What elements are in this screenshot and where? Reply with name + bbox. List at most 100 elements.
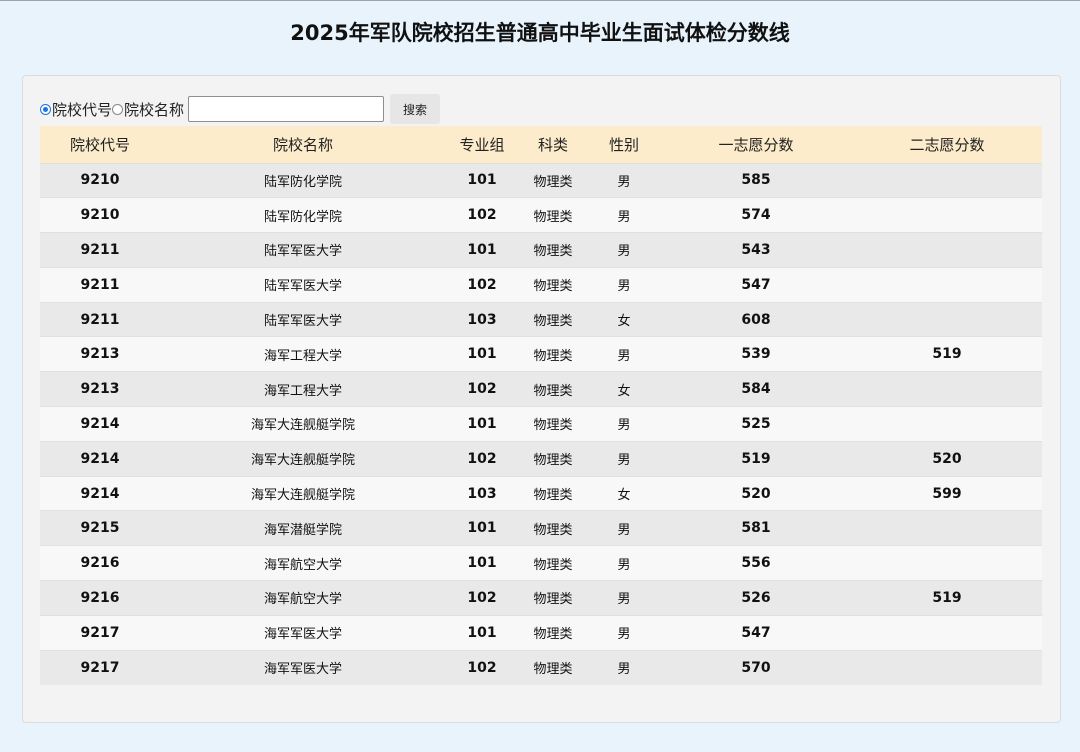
cell-score1: 547 bbox=[741, 276, 771, 293]
cell-code: 9210 bbox=[80, 207, 120, 224]
cell-type: 物理类 bbox=[533, 418, 573, 434]
cell-code: 9213 bbox=[80, 381, 120, 398]
cell-group: 101 bbox=[467, 241, 497, 258]
cell-gender: 女 bbox=[617, 488, 631, 504]
cell-score1: 526 bbox=[741, 589, 771, 606]
cell-group: 101 bbox=[467, 346, 497, 363]
search-button[interactable]: 搜索 bbox=[390, 94, 441, 124]
cell-code: 9214 bbox=[80, 485, 120, 502]
cell-score2: 519 bbox=[932, 346, 962, 363]
table-row: 9213 海军工程大学 101 物理类 男 539 519 bbox=[40, 336, 1042, 372]
cell-score1: 520 bbox=[741, 485, 771, 502]
radio-option-name[interactable]: 院校名称 bbox=[112, 99, 184, 120]
cell-score1: 608 bbox=[741, 311, 771, 328]
table-row: 9214 海军大连舰艇学院 102 物理类 男 519 520 bbox=[40, 441, 1042, 477]
cell-gender: 男 bbox=[617, 418, 631, 434]
cell-type: 物理类 bbox=[533, 383, 573, 399]
header-score2[interactable]: 二志愿分数 bbox=[852, 126, 1042, 163]
radio-label-code: 院校代号 bbox=[52, 100, 113, 119]
header-score1[interactable]: 一志愿分数 bbox=[660, 126, 852, 163]
cell-name: 海军潜艇学院 bbox=[263, 522, 342, 538]
header-group[interactable]: 专业组 bbox=[446, 126, 518, 163]
cell-group: 102 bbox=[467, 450, 497, 467]
cell-score1: 519 bbox=[741, 450, 771, 467]
cell-name: 陆军军医大学 bbox=[263, 279, 342, 295]
cell-gender: 男 bbox=[617, 453, 631, 469]
header-type[interactable]: 科类 bbox=[518, 126, 588, 163]
cell-code: 9217 bbox=[80, 624, 120, 641]
cell-code: 9216 bbox=[80, 589, 120, 606]
cell-name: 海军大连舰艇学院 bbox=[250, 418, 355, 434]
cell-gender: 男 bbox=[617, 244, 631, 260]
cell-score1: 556 bbox=[741, 555, 771, 572]
cell-gender: 男 bbox=[617, 279, 631, 295]
cell-type: 物理类 bbox=[533, 627, 573, 643]
cell-name: 海军航空大学 bbox=[263, 592, 342, 608]
cell-type: 物理类 bbox=[533, 488, 573, 504]
cell-code: 9211 bbox=[80, 311, 120, 328]
header-gender[interactable]: 性别 bbox=[588, 126, 660, 163]
cell-type: 物理类 bbox=[533, 348, 573, 364]
cell-code: 9211 bbox=[80, 276, 120, 293]
cell-gender: 男 bbox=[617, 557, 631, 573]
cell-type: 物理类 bbox=[533, 453, 573, 469]
score-table: 院校代号 院校名称 专业组 科类 性别 一志愿分数 二志愿分数 9210 陆军防化… bbox=[40, 126, 1042, 685]
cell-name: 海军军医大学 bbox=[263, 627, 342, 643]
table-row: 9216 海军航空大学 102 物理类 男 526 519 bbox=[40, 580, 1042, 616]
radio-unchecked-icon[interactable] bbox=[112, 103, 124, 115]
cell-score2 bbox=[852, 302, 1042, 337]
cell-code: 9210 bbox=[80, 172, 120, 189]
cell-score1: 543 bbox=[741, 241, 771, 258]
cell-score2 bbox=[852, 267, 1042, 302]
cell-name: 陆军军医大学 bbox=[263, 244, 342, 260]
cell-gender: 女 bbox=[617, 314, 631, 330]
cell-score2 bbox=[852, 615, 1042, 650]
cell-group: 102 bbox=[467, 659, 497, 676]
cell-type: 物理类 bbox=[533, 279, 573, 295]
cell-score2 bbox=[852, 372, 1042, 407]
cell-type: 物理类 bbox=[533, 592, 573, 608]
cell-group: 101 bbox=[467, 624, 497, 641]
cell-gender: 男 bbox=[617, 662, 631, 678]
cell-name: 海军航空大学 bbox=[263, 557, 342, 573]
cell-group: 101 bbox=[467, 172, 497, 189]
cell-score2: 599 bbox=[932, 485, 962, 502]
cell-score2 bbox=[852, 233, 1042, 268]
cell-type: 物理类 bbox=[533, 662, 573, 678]
radio-checked-icon[interactable] bbox=[40, 103, 51, 115]
table-row: 9211 陆军军医大学 103 物理类 女 608 bbox=[40, 302, 1042, 337]
table-row: 9211 陆军军医大学 102 物理类 男 547 bbox=[40, 267, 1042, 303]
cell-group: 102 bbox=[467, 381, 497, 398]
table-row: 9214 海军大连舰艇学院 103 物理类 女 520 599 bbox=[40, 476, 1042, 511]
table-row: 9216 海军航空大学 101 物理类 男 556 bbox=[40, 545, 1042, 581]
cell-name: 海军工程大学 bbox=[263, 348, 342, 364]
table-row: 9210 陆军防化学院 101 物理类 男 585 bbox=[40, 163, 1042, 198]
table-row: 9215 海军潜艇学院 101 物理类 男 581 bbox=[40, 510, 1042, 546]
cell-group: 102 bbox=[467, 207, 497, 224]
cell-group: 101 bbox=[467, 415, 497, 432]
cell-type: 物理类 bbox=[533, 557, 573, 573]
cell-score2 bbox=[852, 511, 1042, 546]
cell-code: 9213 bbox=[80, 346, 120, 363]
cell-score2 bbox=[852, 198, 1042, 233]
header-name[interactable]: 院校名称 bbox=[160, 126, 446, 163]
search-bar: 院校代号 院校名称 搜索 bbox=[40, 94, 441, 124]
cell-score1: 585 bbox=[741, 172, 771, 189]
cell-gender: 女 bbox=[617, 383, 631, 399]
table-row: 9217 海军军医大学 102 物理类 男 570 bbox=[40, 650, 1042, 685]
table-row: 9217 海军军医大学 101 物理类 男 547 bbox=[40, 615, 1042, 651]
cell-type: 物理类 bbox=[533, 244, 573, 260]
cell-score1: 574 bbox=[741, 207, 771, 224]
header-code[interactable]: 院校代号 bbox=[40, 126, 160, 163]
cell-score2 bbox=[852, 546, 1042, 581]
cell-score1: 539 bbox=[741, 346, 771, 363]
cell-code: 9214 bbox=[80, 450, 120, 467]
search-input[interactable] bbox=[188, 96, 385, 122]
cell-score2: 519 bbox=[932, 589, 962, 606]
cell-name: 陆军防化学院 bbox=[263, 209, 342, 225]
radio-option-code[interactable]: 院校代号 bbox=[40, 99, 112, 120]
table-header-row: 院校代号 院校名称 专业组 科类 性别 一志愿分数 二志愿分数 bbox=[40, 126, 1042, 163]
cell-code: 9215 bbox=[80, 520, 120, 537]
cell-name: 海军大连舰艇学院 bbox=[250, 488, 355, 504]
cell-group: 101 bbox=[467, 555, 497, 572]
